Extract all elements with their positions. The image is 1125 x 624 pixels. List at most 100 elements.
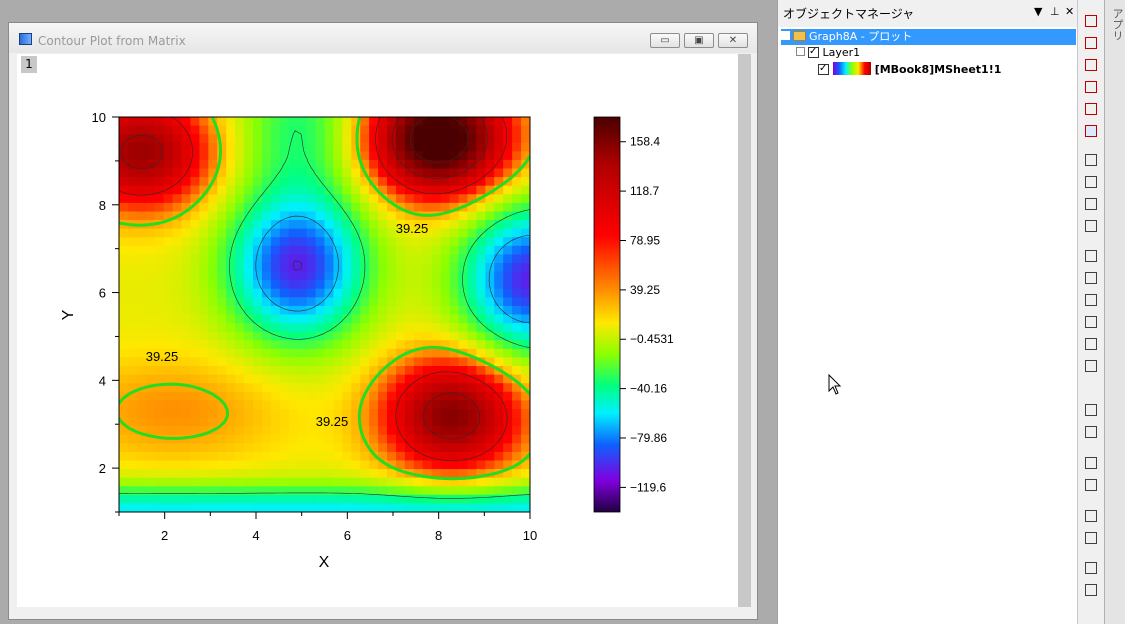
arrange-icon[interactable] bbox=[1083, 582, 1100, 599]
heatmap-cell bbox=[154, 323, 165, 333]
heatmap-cell bbox=[378, 503, 388, 512]
heatmap-cell bbox=[494, 159, 504, 170]
axis-bottom-icon[interactable] bbox=[1083, 248, 1100, 265]
heatmap-cell bbox=[306, 426, 317, 436]
heatmap-cell bbox=[351, 271, 361, 281]
collapse-icon[interactable] bbox=[781, 31, 790, 40]
heatmap-cell bbox=[208, 366, 218, 376]
heatmap-cell bbox=[279, 400, 290, 410]
heatmap-cell bbox=[226, 202, 236, 213]
heatmap-cell bbox=[127, 194, 138, 204]
heatmap-cell bbox=[190, 340, 201, 350]
heatmap-cell bbox=[485, 426, 495, 436]
heatmap-cell bbox=[261, 211, 272, 221]
heatmap-cell bbox=[226, 142, 236, 152]
heatmap-cell bbox=[181, 340, 192, 350]
heatmap-cell bbox=[422, 245, 433, 255]
heatmap-cell bbox=[512, 185, 522, 195]
heatmap-cell bbox=[145, 503, 156, 512]
refresh-icon[interactable] bbox=[1083, 101, 1100, 118]
heatmap-cell bbox=[315, 220, 326, 230]
merge-icon[interactable] bbox=[1083, 218, 1100, 235]
heatmap-cell bbox=[431, 314, 442, 324]
heatmap-cell bbox=[163, 142, 174, 152]
heatmap-cell bbox=[512, 494, 522, 505]
align-bottom-icon[interactable] bbox=[1083, 424, 1100, 441]
auto-update-icon[interactable] bbox=[1083, 123, 1100, 140]
distribute-h-icon[interactable] bbox=[1083, 508, 1100, 525]
heatmap-cell bbox=[413, 280, 424, 290]
heatmap-cell bbox=[297, 451, 308, 462]
heatmap-cell bbox=[235, 134, 245, 144]
layer-1-icon[interactable] bbox=[1083, 152, 1100, 169]
heatmap-cell bbox=[172, 185, 183, 195]
pin-icon[interactable]: ⊥ bbox=[1050, 5, 1060, 18]
close-panel-icon[interactable]: ✕ bbox=[1065, 5, 1074, 18]
heatmap-cell bbox=[494, 237, 504, 247]
panel-menu-chevron-icon[interactable]: ▼ bbox=[1034, 5, 1042, 18]
heatmap-cell bbox=[387, 280, 397, 290]
axis-scale-icon[interactable] bbox=[1083, 358, 1100, 375]
heatmap-cell bbox=[181, 117, 192, 127]
heatmap-cell bbox=[306, 486, 317, 496]
align-left-icon[interactable] bbox=[1083, 477, 1100, 494]
tree-item-plot[interactable]: [MBook8]MSheet1!1 bbox=[818, 61, 1001, 78]
data-reader-icon[interactable] bbox=[1083, 13, 1100, 30]
axis-box-icon[interactable] bbox=[1083, 314, 1100, 331]
align-center-icon[interactable] bbox=[1083, 455, 1100, 472]
heatmap-cell bbox=[413, 331, 424, 341]
heatmap-cell bbox=[467, 142, 477, 152]
heatmap-cell bbox=[467, 220, 477, 230]
heatmap-cell bbox=[369, 202, 379, 213]
heatmap-cell bbox=[261, 477, 272, 487]
heatmap-cell bbox=[315, 494, 326, 505]
axis-right-icon[interactable] bbox=[1083, 292, 1100, 309]
heatmap-cell bbox=[440, 331, 451, 341]
toolbar-glyph bbox=[1085, 220, 1097, 232]
axis-origin-icon[interactable] bbox=[1083, 336, 1100, 353]
heatmap-cell bbox=[351, 177, 361, 187]
heatmap-cell bbox=[404, 245, 415, 255]
plot-visibility-checkbox[interactable] bbox=[818, 61, 829, 77]
heatmap-cell bbox=[342, 366, 352, 376]
heatmap-cell bbox=[422, 434, 433, 444]
heatmap-cell bbox=[369, 391, 379, 401]
rescale-xy-icon[interactable] bbox=[1083, 79, 1100, 96]
rescale-y-icon[interactable] bbox=[1083, 57, 1100, 74]
heatmap-cell bbox=[127, 417, 138, 427]
align-top-icon[interactable] bbox=[1083, 402, 1100, 419]
size-icon[interactable] bbox=[1083, 560, 1100, 577]
tree-item-layer[interactable]: Layer1 bbox=[796, 44, 860, 61]
heatmap-cell bbox=[199, 228, 209, 238]
layer-4-icon[interactable] bbox=[1083, 196, 1100, 213]
axis-top-icon[interactable] bbox=[1083, 270, 1100, 287]
heatmap-cell bbox=[208, 486, 218, 496]
layer-2-icon[interactable] bbox=[1083, 174, 1100, 191]
heatmap-cell bbox=[154, 254, 165, 264]
collapse-icon[interactable] bbox=[796, 47, 805, 56]
heatmap-cell bbox=[261, 357, 272, 367]
heatmap-cell bbox=[404, 237, 415, 247]
heatmap-cell bbox=[226, 503, 236, 512]
heatmap-cell bbox=[512, 117, 522, 127]
heatmap-cell bbox=[324, 220, 335, 230]
heatmap-cell bbox=[270, 185, 281, 195]
heatmap-cell bbox=[270, 503, 281, 512]
heatmap-cell bbox=[270, 314, 281, 324]
heatmap-cell bbox=[467, 288, 477, 298]
heatmap-cell bbox=[279, 254, 290, 264]
heatmap-cell bbox=[127, 331, 138, 341]
heatmap-cell bbox=[449, 340, 460, 350]
heatmap-cell bbox=[199, 280, 209, 290]
heatmap-cell bbox=[190, 323, 201, 333]
layer-visibility-checkbox[interactable] bbox=[808, 44, 819, 60]
heatmap-cell bbox=[279, 391, 290, 401]
x-tick-label: 6 bbox=[344, 528, 351, 543]
heatmap-cell bbox=[244, 443, 254, 453]
heatmap-cell bbox=[512, 228, 522, 238]
distribute-v-icon[interactable] bbox=[1083, 530, 1100, 547]
heatmap-cell bbox=[333, 314, 343, 324]
rescale-x-icon[interactable] bbox=[1083, 35, 1100, 52]
apps-tab[interactable]: アプリ bbox=[1104, 0, 1125, 624]
tree-item-graph[interactable]: Graph8A - プロット bbox=[781, 29, 1076, 45]
